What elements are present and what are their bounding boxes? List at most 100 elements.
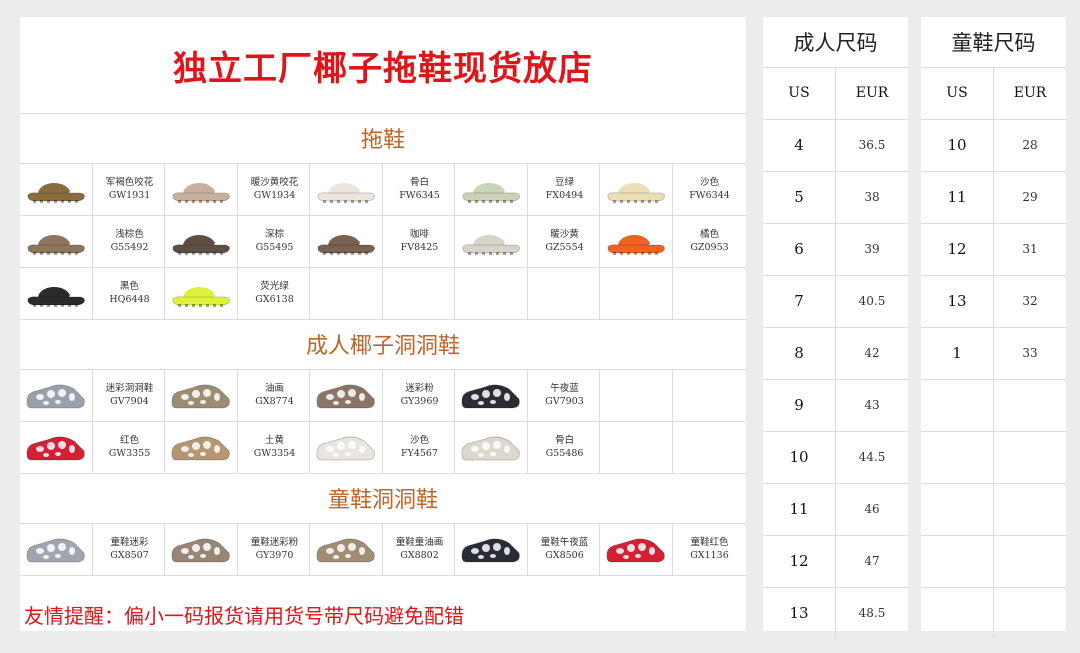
product-image-cell [20,421,92,473]
product-style-code: GZ5554 [545,242,584,253]
product-label-cell: 暖沙黄 GZ5554 [528,215,601,267]
grid-line [835,67,836,119]
eur-size-value [994,379,1066,431]
product-style-code: GY3970 [255,550,294,561]
eur-column-header: EUR [855,85,889,101]
slide-sandal-image [27,182,85,203]
foam-runner-image [606,538,665,563]
grid-line [835,327,836,379]
product-style-code: FV8425 [400,242,439,253]
foam-runner-image [461,538,520,563]
foam-runner-image [316,384,375,409]
us-size-value: 10 [947,136,967,154]
product-color-name: 暖沙黄咬花 [250,177,299,188]
product-color-name: 沙色 [699,177,719,188]
size-row [921,535,1066,587]
slide-sandal-image [462,234,520,255]
product-label-cell: 沙色 FW6344 [673,163,746,215]
product-color-name: 骨白 [409,177,429,188]
grid-line [164,163,165,215]
grid-line [993,171,994,223]
eur-size-value: 28 [1022,138,1038,152]
adult-size-chart: 成人尺码 US EUR 4 36.5 5 38 6 39 7 40.5 8 42 9 43 10 44.5… [763,17,908,639]
product-image-cell [600,267,672,319]
product-image-cell [310,369,382,421]
grid-line [599,369,600,421]
slide-sandal-image [317,234,375,255]
grid-line [672,267,673,319]
us-size-value [921,431,993,483]
product-image-cell [165,421,237,473]
product-color-name: 童鞋迷彩粉 [250,537,299,548]
product-color-name: 童鞋红色 [690,537,729,548]
grid-line [20,575,746,576]
grid-line [237,523,238,575]
grid-line [599,421,600,473]
grid-line [835,483,836,535]
product-image-cell [455,369,527,421]
size-row [921,431,1066,483]
product-style-code: GW3355 [108,448,151,459]
product-color-name: 童鞋迷彩 [110,537,149,548]
product-style-code: GV7903 [545,396,584,407]
grid-line [599,215,600,267]
product-label-cell: 土黄 GW3354 [238,421,311,473]
product-image-cell [165,267,237,319]
eur-size-value: 36.5 [858,138,886,152]
foam-runner-image [26,436,85,461]
foam-runner-image [316,436,375,461]
grid-line [164,369,165,421]
slide-sandal-image [607,182,665,203]
grid-line [993,535,994,587]
eur-size-value: 38 [864,190,880,204]
section-title: 拖鞋 [360,128,405,153]
grid-line [237,267,238,319]
product-color-name: 荧光绿 [260,281,289,292]
grid-line [382,523,383,575]
us-size-value [921,535,993,587]
grid-line [382,215,383,267]
product-color-name: 骨白 [554,435,574,446]
product-image-cell [165,523,237,575]
grid-line [237,163,238,215]
us-size-value [921,379,993,431]
kids-size-title: 童鞋尺码 [951,31,1036,55]
product-image-cell [455,267,527,319]
product-color-name: 浅棕色 [115,229,144,240]
product-label-cell: 橘色 GZ0953 [673,215,746,267]
product-image-cell [455,215,527,267]
size-row: 11 46 [763,483,908,535]
eur-size-value [994,587,1066,639]
us-size-value: 6 [794,240,804,258]
kids-size-chart: 童鞋尺码 US EUR 10 28 11 29 12 31 13 32 1 33 [921,17,1066,639]
grid-line [527,421,528,473]
product-color-name: 土黄 [264,435,284,446]
product-style-code: G55492 [110,242,149,253]
grid-line [993,379,994,431]
grid-line [92,215,93,267]
store-title: 独立工厂椰子拖鞋现货放店 [173,48,593,89]
size-row: 8 42 [763,327,908,379]
grid-line [993,119,994,171]
product-image-cell [165,369,237,421]
size-row: 9 43 [763,379,908,431]
product-image-cell [455,421,527,473]
section-title: 童鞋洞洞鞋 [327,488,438,513]
foam-runner-image [171,436,230,461]
product-image-cell [165,163,237,215]
product-image-cell [20,369,92,421]
product-image-cell [600,421,672,473]
grid-line [672,421,673,473]
slide-sandal-image [27,234,85,255]
product-label-cell [673,369,746,421]
us-size-value: 4 [794,136,804,154]
product-color-name: 橘色 [699,229,719,240]
product-image-cell [310,215,382,267]
grid-line [309,421,310,473]
grid-line [454,523,455,575]
product-label-cell: 军褐色咬花 GW1931 [93,163,166,215]
grid-line [92,163,93,215]
size-row: 11 29 [921,171,1066,223]
product-style-code: GY3969 [400,396,439,407]
eur-size-value: 46 [864,502,880,516]
